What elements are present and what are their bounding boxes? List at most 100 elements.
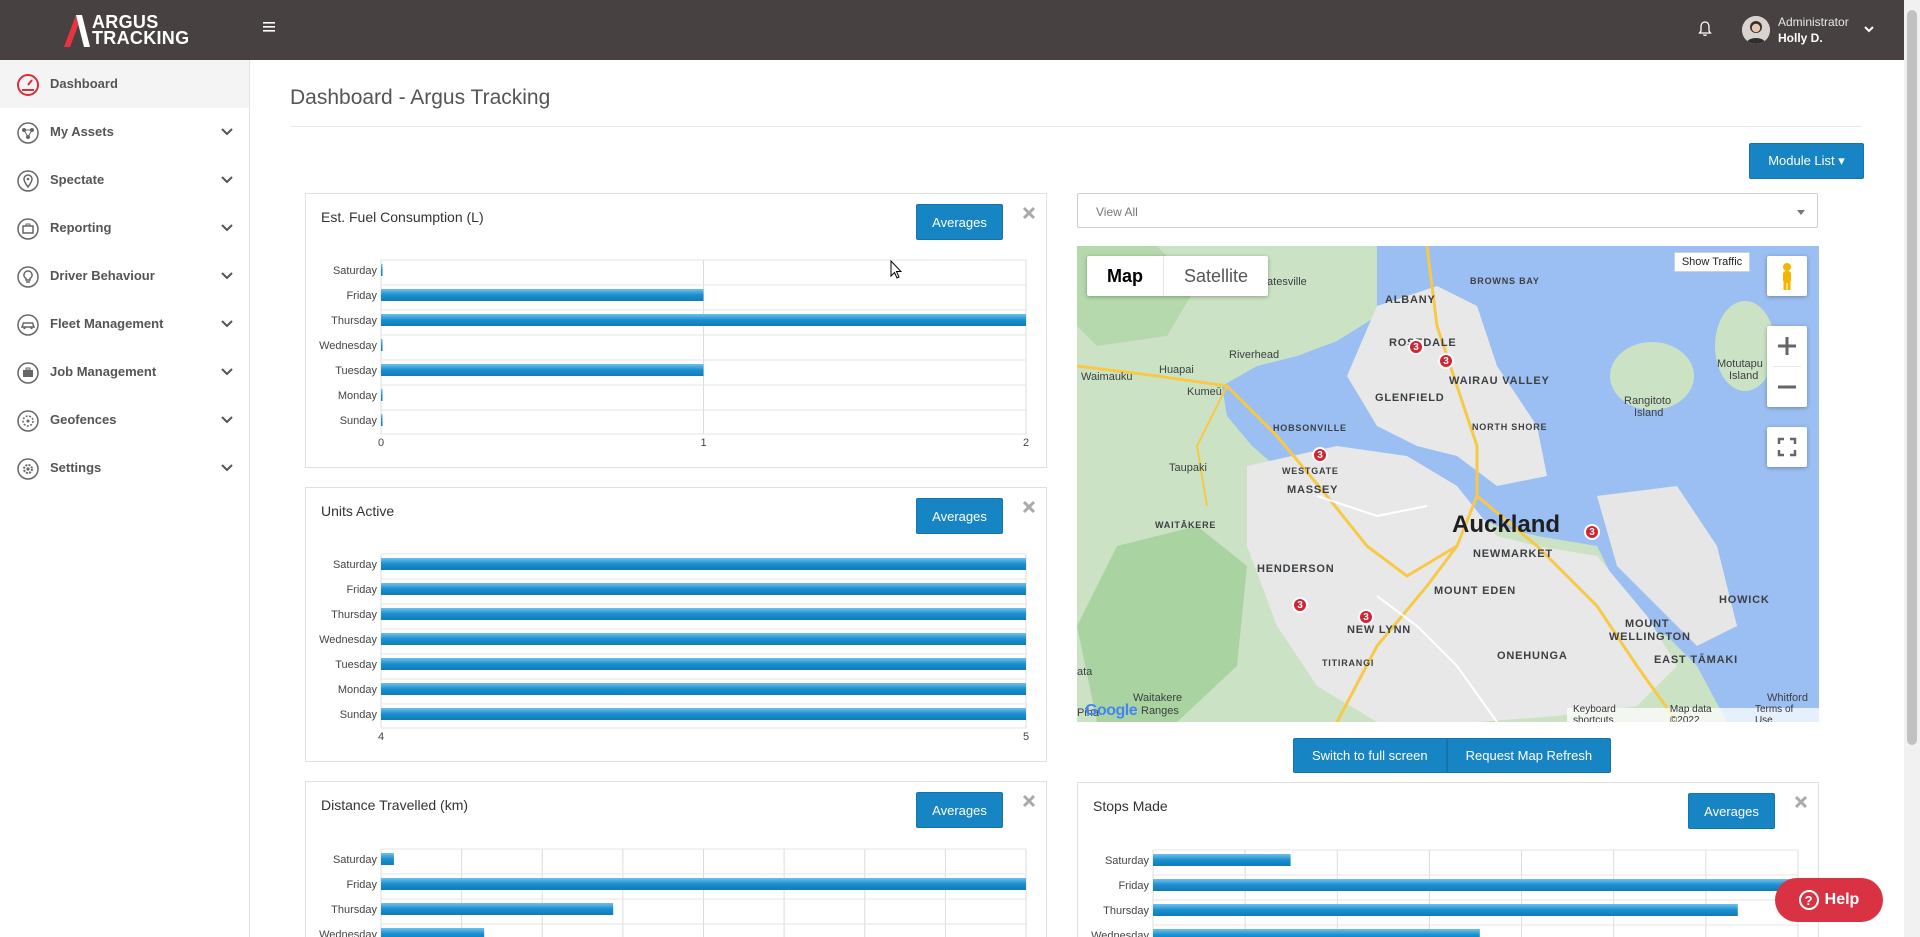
map-label: MASSEY xyxy=(1287,484,1339,496)
chart-bar[interactable] xyxy=(381,389,383,401)
map-pin[interactable]: 3 xyxy=(1358,609,1374,625)
request-map-refresh-button[interactable]: Request Map Refresh xyxy=(1446,738,1612,773)
chart-category-label: Tuesday xyxy=(335,659,377,671)
map-label: Motutapu xyxy=(1717,358,1763,370)
page-scrollbar[interactable] xyxy=(1904,0,1920,937)
map-pin[interactable]: 3 xyxy=(1312,447,1328,463)
chart-bar[interactable] xyxy=(381,708,1026,720)
sidebar-item-geofences[interactable]: Geofences xyxy=(0,396,249,444)
chart-bar[interactable] xyxy=(381,364,704,376)
geofence-icon xyxy=(17,410,39,432)
chevron-down-icon[interactable] xyxy=(220,413,234,427)
chevron-down-icon[interactable] xyxy=(220,173,234,187)
chevron-down-icon[interactable] xyxy=(220,221,234,235)
switch-full-screen-button[interactable]: Switch to full screen xyxy=(1293,738,1447,773)
chevron-down-icon[interactable] xyxy=(1862,22,1876,36)
job-briefcase-icon xyxy=(17,362,39,384)
units-active-panel: Units Active Averages Saturday Friday Thur… xyxy=(305,487,1047,762)
sidebar-item-fleet-management[interactable]: Fleet Management xyxy=(0,300,249,348)
chart-bar[interactable] xyxy=(381,658,1026,670)
chevron-down-icon[interactable] xyxy=(220,365,234,379)
map-label: GLENFIELD xyxy=(1375,392,1445,404)
chart-bar[interactable] xyxy=(381,314,1026,326)
user-role: Administrator xyxy=(1778,15,1849,29)
map-type-satellite[interactable]: Satellite xyxy=(1163,256,1268,296)
plus-icon xyxy=(1778,337,1796,355)
map-attribution: Keyboard shortcuts Map data ©2022 Terms … xyxy=(1567,704,1819,722)
keyboard-shortcuts-link[interactable]: Keyboard shortcuts xyxy=(1573,704,1658,722)
google-logo[interactable]: Google xyxy=(1085,702,1138,720)
scrollbar-thumb[interactable] xyxy=(1907,10,1917,745)
zoom-out-button[interactable] xyxy=(1767,367,1807,407)
sidebar-item-label: Job Management xyxy=(50,364,157,379)
user-name[interactable]: Holly D. xyxy=(1778,31,1823,45)
chart-bar[interactable] xyxy=(381,903,614,915)
map-label: Island xyxy=(1729,370,1759,382)
chart-bar[interactable] xyxy=(381,583,1026,595)
chart-bar[interactable] xyxy=(1153,904,1738,916)
chart-bar[interactable] xyxy=(381,414,383,426)
map-label: MOUNT EDEN xyxy=(1434,585,1516,597)
show-traffic-button[interactable]: Show Traffic xyxy=(1674,252,1750,272)
map-pin[interactable]: 3 xyxy=(1408,339,1424,355)
map-label: ata xyxy=(1077,666,1093,678)
chart-bar[interactable] xyxy=(381,878,1026,890)
chart-bar[interactable] xyxy=(381,339,383,351)
chart-bar[interactable] xyxy=(381,558,1026,570)
chart-bar[interactable] xyxy=(381,928,485,937)
chevron-down-icon[interactable] xyxy=(220,269,234,283)
chevron-down-icon[interactable] xyxy=(220,125,234,139)
terms-of-use-link[interactable]: Terms of Use xyxy=(1755,704,1813,722)
map-label: EAST TĀMAKI xyxy=(1654,654,1738,666)
sidebar-item-reporting[interactable]: Reporting xyxy=(0,204,249,252)
chevron-down-icon[interactable] xyxy=(220,461,234,475)
map[interactable]: Coatesville ALBANY BROWNS BAY ROSEDALE W… xyxy=(1077,246,1819,722)
chart-category-label: Friday xyxy=(346,879,377,891)
fuel-consumption-panel: Est. Fuel Consumption (L) Averages Satur… xyxy=(305,193,1047,468)
map-label: Island xyxy=(1634,407,1664,419)
chart-bar[interactable] xyxy=(381,264,383,276)
chevron-down-icon[interactable] xyxy=(220,317,234,331)
map-label: WAITĀKERE xyxy=(1155,520,1217,530)
chart-bar[interactable] xyxy=(1153,929,1480,937)
stops-made-panel: Stops Made Averages Saturday Friday Thursd… xyxy=(1077,782,1819,937)
sidebar-item-dashboard[interactable]: Dashboard xyxy=(0,60,249,108)
asset-group-select[interactable]: View All xyxy=(1077,193,1818,228)
chart-bar[interactable] xyxy=(381,608,1026,620)
chart-bar[interactable] xyxy=(381,683,1026,695)
chart-category-label: Saturday xyxy=(333,265,378,277)
module-list-button[interactable]: Module List ▾ xyxy=(1749,143,1864,179)
chart-bar[interactable] xyxy=(381,853,394,865)
sidebar-item-settings[interactable]: Settings xyxy=(0,444,249,492)
pegman-street-view-icon[interactable] xyxy=(1767,256,1807,296)
help-button[interactable]: ? Help xyxy=(1775,878,1883,922)
notification-bell-icon[interactable] xyxy=(1697,20,1713,38)
chart-bar[interactable] xyxy=(1153,854,1291,866)
zoom-in-button[interactable] xyxy=(1767,326,1807,366)
map-pin[interactable]: 3 xyxy=(1584,524,1600,540)
sidebar-item-job-management[interactable]: Job Management xyxy=(0,348,249,396)
sidebar-item-driver-behaviour[interactable]: Driver Behaviour xyxy=(0,252,249,300)
chart-bar[interactable] xyxy=(381,633,1026,645)
map-label: NEWMARKET xyxy=(1473,548,1553,560)
sidebar-item-spectate[interactable]: Spectate xyxy=(0,156,249,204)
chart-bar[interactable] xyxy=(381,289,704,301)
avatar[interactable] xyxy=(1742,16,1770,44)
map-type-map[interactable]: Map xyxy=(1087,256,1163,296)
map-label: MOUNT xyxy=(1625,618,1670,630)
map-label: Kumeū xyxy=(1187,386,1222,398)
map-pin[interactable]: 3 xyxy=(1438,353,1454,369)
chart-category-label: Thursday xyxy=(1103,905,1149,917)
map-label: HENDERSON xyxy=(1257,563,1335,575)
zoom-control xyxy=(1767,326,1807,407)
chart-bar[interactable] xyxy=(1153,879,1807,891)
hamburger-menu-icon[interactable] xyxy=(263,20,277,36)
map-fullscreen-icon[interactable] xyxy=(1767,427,1807,467)
chart-category-label: Saturday xyxy=(333,854,378,866)
sidebar-item-label: Dashboard xyxy=(50,76,118,91)
sidebar-item-my-assets[interactable]: My Assets xyxy=(0,108,249,156)
stops-made-chart: Saturday Friday Thursday Wednesday xyxy=(1091,849,1807,937)
map-label: Huapai xyxy=(1159,364,1194,376)
argus-logo[interactable]: ARGUS TRACKING xyxy=(62,12,189,48)
map-pin[interactable]: 3 xyxy=(1292,597,1308,613)
